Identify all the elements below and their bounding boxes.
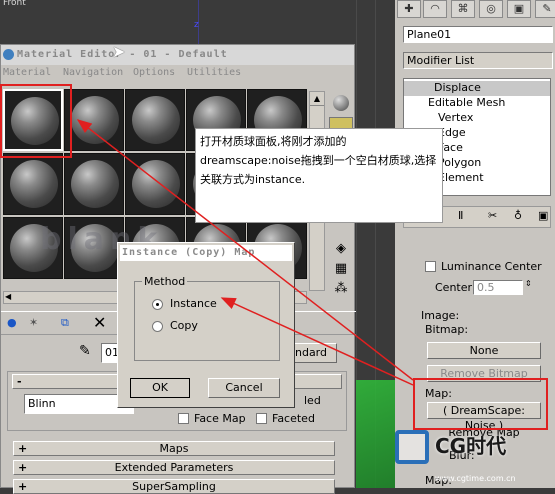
logo-brand: CG时代 xyxy=(435,434,507,458)
annotation-arrows xyxy=(76,119,414,386)
logo-mark-icon xyxy=(395,430,429,464)
arrow-to-instance xyxy=(220,297,414,386)
arrow-to-slot xyxy=(76,119,414,381)
cgtime-logo: CG时代 www.cgtime.com.cn xyxy=(395,420,555,488)
logo-url: www.cgtime.com.cn xyxy=(435,474,516,483)
